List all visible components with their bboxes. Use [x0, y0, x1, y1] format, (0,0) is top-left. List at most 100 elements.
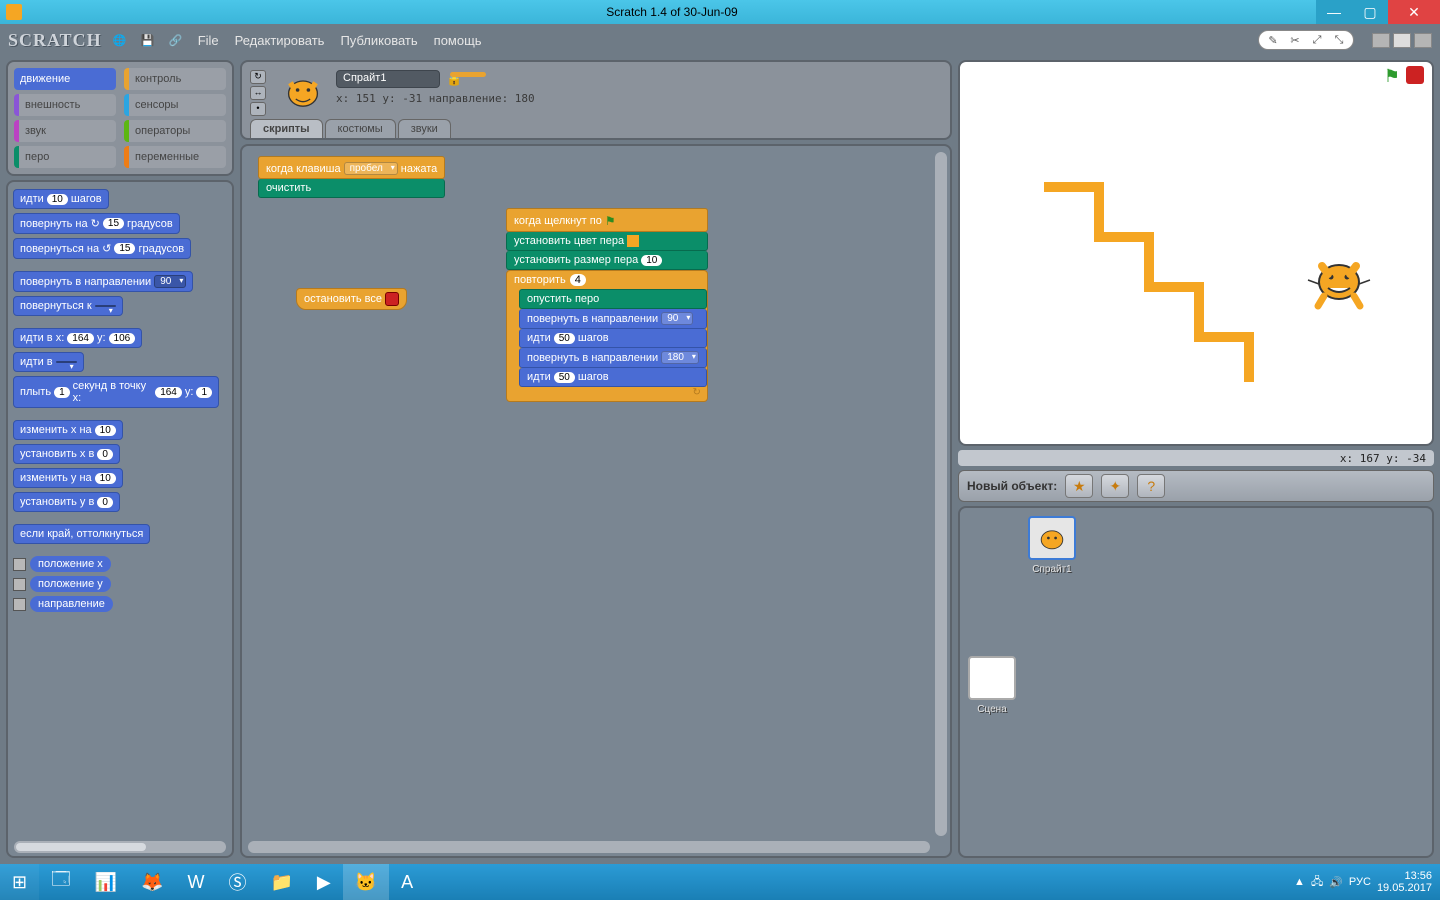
- taskbar-explorer[interactable]: 📊: [83, 864, 129, 900]
- start-button[interactable]: ⊞: [0, 864, 39, 900]
- maximize-button[interactable]: ▢: [1352, 0, 1388, 24]
- reporter-x[interactable]: положение х: [13, 556, 227, 572]
- stage-cell[interactable]: Сцена: [968, 656, 1016, 715]
- stage-canvas[interactable]: [966, 86, 1426, 438]
- tray-clock[interactable]: 13:56 19.05.2017: [1377, 870, 1432, 894]
- tray-flag-icon[interactable]: ▲: [1294, 876, 1305, 888]
- category-sound[interactable]: звук: [14, 120, 116, 142]
- block-set-y[interactable]: установить у в0: [13, 492, 120, 512]
- menu-help[interactable]: помощь: [430, 33, 486, 48]
- stop-icon: [385, 292, 399, 306]
- sprite-cell-1[interactable]: Спрайт1: [1028, 516, 1076, 575]
- taskbar-skype[interactable]: Ⓢ: [216, 864, 258, 900]
- category-motion[interactable]: движение: [14, 68, 116, 90]
- rotate-lr-button[interactable]: ↔: [250, 86, 266, 100]
- category-grid: движение контроль внешность сенсоры звук…: [6, 60, 234, 176]
- small-stage-button[interactable]: [1372, 33, 1390, 48]
- paint-sprite-button[interactable]: ★: [1065, 474, 1093, 498]
- reporter-direction[interactable]: направление: [13, 596, 227, 612]
- block-point-direction[interactable]: повернуть в направлении90: [13, 271, 193, 292]
- green-flag-icon: ⚑: [605, 214, 616, 228]
- taskbar-calc[interactable]: 🗔: [39, 864, 83, 900]
- taskbar-firefox[interactable]: 🦊: [129, 864, 175, 900]
- menu-file[interactable]: File: [194, 33, 223, 48]
- rotate-none-button[interactable]: •: [250, 102, 266, 116]
- normal-stage-button[interactable]: [1393, 33, 1411, 48]
- tab-scripts[interactable]: скрипты: [250, 119, 323, 138]
- block-move[interactable]: идти10шагов: [13, 189, 109, 209]
- stop-button[interactable]: [1406, 66, 1424, 84]
- block-point-towards[interactable]: повернуться к: [13, 296, 123, 316]
- block-change-x[interactable]: изменить х на10: [13, 420, 123, 440]
- stage-mode-buttons: [1372, 33, 1432, 48]
- repeat-arrow-icon: ↻: [693, 387, 701, 398]
- presentation-button[interactable]: [1414, 33, 1432, 48]
- block-turn-ccw[interactable]: повернуться на ↺15градусов: [13, 238, 191, 259]
- script-keypress[interactable]: когда клавишапробелнажата очистить: [258, 156, 445, 198]
- new-object-label: Новый объект:: [967, 479, 1057, 493]
- script-tabs: скрипты костюмы звуки: [250, 119, 451, 138]
- tool-group: ✎ ✂ ⤢ ⤡: [1258, 30, 1354, 50]
- taskbar-adobe[interactable]: A: [389, 864, 425, 900]
- reporter-y[interactable]: положение у: [13, 576, 227, 592]
- tab-sounds[interactable]: звуки: [398, 119, 451, 138]
- taskbar-media[interactable]: ▶: [305, 864, 343, 900]
- green-flag-button[interactable]: ⚑: [1384, 66, 1400, 87]
- menu-edit[interactable]: Редактировать: [231, 33, 329, 48]
- menu-publish[interactable]: Публиковать: [336, 33, 421, 48]
- tray-volume-icon[interactable]: 🔊: [1329, 876, 1343, 889]
- script-area[interactable]: когда клавишапробелнажата очистить остан…: [240, 144, 952, 858]
- taskbar-word[interactable]: W: [175, 864, 216, 900]
- palette-scrollbar[interactable]: [14, 841, 226, 853]
- category-operators[interactable]: операторы: [124, 120, 226, 142]
- script-vscrollbar[interactable]: [935, 152, 947, 836]
- share-icon[interactable]: 🔗: [166, 30, 186, 50]
- block-change-y[interactable]: изменить у на10: [13, 468, 123, 488]
- stage-pane: ⚑ x: 167 y: -34 Новый объект: ★ ✦: [958, 60, 1434, 858]
- sprite-list: Сцена Спрайт1: [958, 506, 1434, 858]
- scratch-logo: SCRATCH: [8, 30, 102, 51]
- rotate-360-button[interactable]: ↻: [250, 70, 266, 84]
- app-icon: [6, 4, 22, 20]
- window-buttons: — ▢ ✕: [1316, 0, 1440, 24]
- taskbar-scratch[interactable]: 🐱: [343, 864, 389, 900]
- shrink-icon[interactable]: ⤡: [1331, 32, 1347, 48]
- close-button[interactable]: ✕: [1388, 0, 1440, 24]
- sprite-thumbnail: [276, 68, 330, 112]
- surprise-sprite-button[interactable]: ?: [1137, 474, 1165, 498]
- category-looks[interactable]: внешность: [14, 94, 116, 116]
- center-pane: ↻ ↔ • Спрайт1 🔒 x: 151 y: -31 направлени…: [240, 60, 952, 858]
- category-variables[interactable]: переменные: [124, 146, 226, 168]
- stamp-icon[interactable]: ✎: [1265, 32, 1281, 48]
- save-icon[interactable]: 💾: [138, 30, 158, 50]
- mouse-coords: x: 167 y: -34: [958, 450, 1434, 466]
- script-hscrollbar[interactable]: [248, 841, 930, 853]
- language-icon[interactable]: 🌐: [110, 30, 130, 50]
- block-set-x[interactable]: установить х в0: [13, 444, 120, 464]
- block-bounce[interactable]: если край, оттолкнуться: [13, 524, 150, 544]
- script-greenflag[interactable]: когда щелкнут по⚑ установить цвет пера у…: [506, 208, 708, 402]
- export-icon[interactable]: [450, 72, 486, 77]
- block-palette: движение контроль внешность сенсоры звук…: [6, 60, 234, 858]
- cut-icon[interactable]: ✂: [1287, 32, 1303, 48]
- color-swatch[interactable]: [627, 235, 639, 247]
- tab-costumes[interactable]: костюмы: [325, 119, 396, 138]
- minimize-button[interactable]: —: [1316, 0, 1352, 24]
- category-sensing[interactable]: сенсоры: [124, 94, 226, 116]
- block-goto[interactable]: идти в: [13, 352, 84, 372]
- choose-sprite-button[interactable]: ✦: [1101, 474, 1129, 498]
- window-title: Scratch 1.4 of 30-Jun-09: [28, 5, 1316, 19]
- system-tray: ▲ 🖧 🔊 РУС 13:56 19.05.2017: [1286, 870, 1440, 894]
- grow-icon[interactable]: ⤢: [1309, 32, 1325, 48]
- sprite-name-input[interactable]: Спрайт1: [336, 70, 440, 88]
- tray-language[interactable]: РУС: [1349, 876, 1371, 888]
- tray-network-icon[interactable]: 🖧: [1311, 873, 1323, 892]
- taskbar-files[interactable]: 📁: [258, 864, 304, 900]
- script-stop-all[interactable]: остановить все: [296, 288, 407, 310]
- block-turn-cw[interactable]: повернуть на ↻15градусов: [13, 213, 180, 234]
- block-goto-xy[interactable]: идти в х:164у:106: [13, 328, 142, 348]
- category-control[interactable]: контроль: [124, 68, 226, 90]
- sprite-on-stage[interactable]: [1304, 244, 1374, 328]
- category-pen[interactable]: перо: [14, 146, 116, 168]
- block-glide[interactable]: плыть1секунд в точку х:164у:1: [13, 376, 219, 408]
